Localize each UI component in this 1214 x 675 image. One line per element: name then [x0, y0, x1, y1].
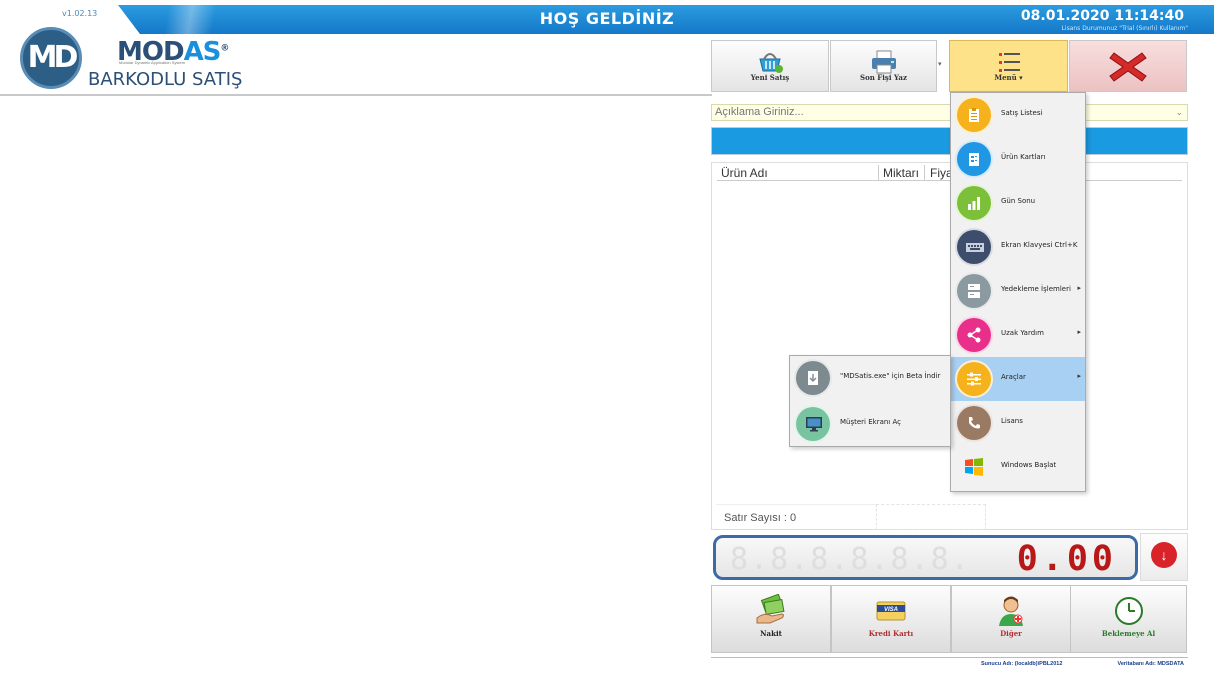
hold-button[interactable]: Beklemeye Al — [1070, 585, 1187, 653]
arrow-down-icon: ↓ — [1151, 542, 1177, 568]
submenu-arrow-icon: ▸ — [1077, 285, 1081, 292]
payment-label: Nakit — [760, 629, 782, 638]
visa-card-icon: VISA — [876, 601, 906, 621]
payment-label: Beklemeye Al — [1101, 629, 1156, 638]
submenu-item-label: Müşteri Ekranı Aç — [840, 418, 901, 426]
menu-item-windows-start[interactable]: Windows Başlat — [951, 445, 1085, 489]
menu-item-label: Ürün Kartları — [1001, 153, 1046, 161]
cash-hand-icon — [756, 594, 785, 624]
title-bar: v1.02.13 HOŞ GELDİNİZ 08.01.2020 11:14:4… — [0, 0, 1214, 34]
person-icon — [999, 596, 1023, 626]
menu-item-label: Lisans — [1001, 417, 1023, 425]
svg-text:VISA: VISA — [884, 607, 898, 613]
submenu-item-customer-screen[interactable]: Müşteri Ekranı Aç — [790, 402, 950, 446]
close-x-icon — [1109, 52, 1147, 82]
download-file-icon — [794, 359, 832, 397]
menu-label: Menü ▾ — [994, 73, 1023, 82]
total-display: 8.8.8.8.8.8. 0.00 — [713, 535, 1138, 580]
submenu-arrow-icon: ▸ — [1077, 329, 1081, 336]
menu-item-label: Uzak Yardım — [1001, 329, 1044, 337]
tools-submenu: "MDSatis.exe" için Beta İndir Müşteri Ek… — [789, 355, 951, 447]
chevron-down-icon[interactable]: ⌄ — [1175, 105, 1183, 120]
main-menu-dropdown: Satış Listesi Ürün Kartları Gün Sonu Ekr… — [950, 92, 1086, 492]
bar-chart-icon — [955, 184, 993, 222]
header-divider — [0, 94, 712, 96]
last-receipt-button[interactable]: Son Fişi Yaz — [830, 40, 937, 92]
other-payment-button[interactable]: Diğer — [951, 585, 1071, 653]
status-bar: Sunucu Adı: (localdb)\PBL2012 Veritabanı… — [711, 657, 1188, 668]
menu-item-label: Ekran Klavyesi Ctrl+K — [1001, 241, 1078, 249]
sliders-icon — [955, 360, 993, 398]
server-icon — [955, 272, 993, 310]
menu-item-day-end[interactable]: Gün Sonu — [951, 181, 1085, 225]
product-card-icon — [955, 140, 993, 178]
payment-label: Kredi Kartı — [868, 629, 914, 638]
phone-icon — [955, 404, 993, 442]
printer-icon — [871, 50, 896, 74]
summary-cells — [876, 504, 986, 530]
clock-icon — [1114, 597, 1143, 625]
windows-icon — [955, 448, 993, 486]
license-status: Lisans Durumunuz "Trial (Sınırlı) Kullan… — [1061, 25, 1188, 32]
column-quantity[interactable]: Miktarı — [883, 166, 919, 180]
display-ghost-digits: 8.8.8.8.8.8. — [730, 542, 971, 577]
md-logo: MD — [20, 27, 82, 89]
close-button[interactable] — [1069, 40, 1187, 92]
hamburger-icon — [998, 53, 1020, 72]
clipboard-icon — [955, 96, 993, 134]
submenu-item-label: "MDSatis.exe" için Beta İndir — [840, 372, 941, 380]
logo-subtitle: Modular Dynamic Application System — [119, 60, 186, 65]
menu-item-label: Yedekleme İşlemleri — [1001, 285, 1071, 293]
menu-item-license[interactable]: Lisans — [951, 401, 1085, 445]
logo-brand-b: AS — [183, 37, 222, 67]
logo-registered: ® — [220, 43, 229, 54]
download-button[interactable]: ↓ — [1140, 533, 1188, 581]
menu-item-label: Satış Listesi — [1001, 109, 1043, 117]
monitor-icon — [794, 405, 832, 443]
basket-icon — [759, 53, 783, 73]
menu-item-label: Araçlar — [1001, 373, 1026, 381]
new-sale-label: Yeni Satış — [750, 73, 790, 82]
menu-item-backup[interactable]: Yedekleme İşlemleri ▸ — [951, 269, 1085, 313]
last-receipt-dropdown-arrow[interactable]: ▾ — [938, 60, 942, 68]
menu-button[interactable]: Menü ▾ — [949, 40, 1068, 92]
column-separator — [924, 165, 925, 181]
row-count: Satır Sayısı : 0 — [716, 504, 876, 530]
description-placeholder: Açıklama Giriniz... — [715, 106, 804, 118]
total-amount: 0.00 — [1016, 539, 1117, 579]
keyboard-icon — [955, 228, 993, 266]
menu-item-remote-help[interactable]: Uzak Yardım ▸ — [951, 313, 1085, 357]
credit-card-button[interactable]: VISA Kredi Kartı — [831, 585, 951, 653]
last-receipt-label: Son Fişi Yaz — [860, 73, 907, 82]
menu-item-label: Windows Başlat — [1001, 461, 1057, 469]
payment-label: Diğer — [1000, 629, 1022, 638]
menu-item-screen-keyboard[interactable]: Ekran Klavyesi Ctrl+K — [951, 225, 1085, 269]
submenu-arrow-icon: ▸ — [1077, 373, 1081, 380]
column-product-name[interactable]: Ürün Adı — [721, 166, 768, 180]
menu-item-label: Gün Sonu — [1001, 197, 1036, 205]
cash-button[interactable]: Nakit — [711, 585, 831, 653]
new-sale-button[interactable]: Yeni Satış — [711, 40, 829, 92]
menu-item-tools[interactable]: Araçlar ▸ — [951, 357, 1085, 401]
server-name: Sunucu Adı: (localdb)\PBL2012 — [981, 661, 1063, 667]
app-window: v1.02.13 HOŞ GELDİNİZ 08.01.2020 11:14:4… — [0, 0, 1214, 675]
datetime-label: 08.01.2020 11:14:40 — [1020, 8, 1184, 24]
product-name: BARKODLU SATIŞ — [88, 69, 243, 90]
database-name: Veritabanı Adı: MDSDATA — [1117, 661, 1184, 667]
menu-item-product-cards[interactable]: Ürün Kartları — [951, 137, 1085, 181]
submenu-item-beta-download[interactable]: "MDSatis.exe" için Beta İndir — [790, 356, 950, 400]
column-separator — [878, 165, 879, 181]
menu-item-sales-list[interactable]: Satış Listesi — [951, 93, 1085, 137]
share-icon — [955, 316, 993, 354]
